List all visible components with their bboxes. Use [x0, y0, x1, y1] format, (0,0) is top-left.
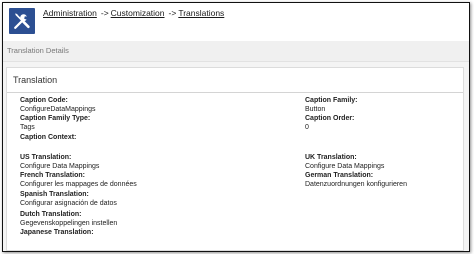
breadcrumb-translations[interactable]: Translations — [178, 8, 224, 18]
caption-order-value: 0 — [305, 123, 309, 131]
breadcrumb-separator: -> — [100, 8, 109, 18]
japanese-translation-field: Japanese Translation: — [20, 229, 94, 238]
caption-code-field: Caption Code: ConfigureDataMappings — [20, 97, 96, 114]
spanish-translation-field: Spanish Translation: Configurar asignaci… — [20, 191, 117, 208]
french-translation-label: French Translation: — [20, 172, 85, 179]
spanish-translation-label: Spanish Translation: — [20, 191, 89, 198]
us-translation-field: US Translation: Configure Data Mappings — [20, 154, 99, 171]
breadcrumb: Administration -> Customization -> Translati… — [43, 8, 224, 18]
section-header-bar: Translation Details — [3, 41, 469, 62]
caption-family-label: Caption Family: — [305, 97, 358, 104]
window-frame: Administration -> Customization -> Translati… — [2, 2, 470, 252]
caption-family-type-field: Caption Family Type: Tags — [20, 115, 90, 132]
dutch-translation-label: Dutch Translation: — [20, 211, 82, 218]
caption-context-field: Caption Context: — [20, 134, 76, 143]
french-translation-value: Configurer les mappages de données — [20, 180, 137, 188]
caption-order-field: Caption Order: 0 — [305, 115, 354, 132]
us-translation-value: Configure Data Mappings — [20, 162, 100, 170]
caption-family-type-label: Caption Family Type: — [20, 115, 91, 122]
german-translation-value: Datenzuordnungen konfigurieren — [305, 180, 407, 188]
spanish-translation-value: Configurar asignación de datos — [20, 199, 117, 207]
caption-family-type-value: Tags — [20, 123, 35, 131]
caption-family-value: Button — [305, 105, 326, 113]
uk-translation-field: UK Translation: Configure Data Mappings — [305, 154, 384, 171]
top-bar: Administration -> Customization -> Translati… — [3, 3, 469, 41]
tools-icon — [9, 8, 35, 34]
translation-panel: Translation Caption Code: ConfigureDataM… — [6, 67, 464, 251]
section-header-title: Translation Details — [7, 46, 69, 55]
caption-code-label: Caption Code: — [20, 97, 68, 104]
uk-translation-label: UK Translation: — [305, 154, 357, 161]
dutch-translation-field: Dutch Translation: Gegevenskoppelingen i… — [20, 211, 117, 228]
panel-divider — [7, 92, 463, 93]
german-translation-field: German Translation: Datenzuordnungen kon… — [305, 172, 407, 189]
german-translation-label: German Translation: — [305, 172, 374, 179]
caption-family-field: Caption Family: Button — [305, 97, 358, 114]
caption-context-label: Caption Context: — [20, 134, 77, 141]
breadcrumb-separator: -> — [168, 8, 177, 18]
dutch-translation-value: Gegevenskoppelingen instellen — [20, 219, 118, 227]
panel-title: Translation — [13, 75, 58, 85]
uk-translation-value: Configure Data Mappings — [305, 162, 385, 170]
breadcrumb-customization[interactable]: Customization — [111, 8, 165, 18]
caption-order-label: Caption Order: — [305, 115, 355, 122]
french-translation-field: French Translation: Configurer les mappa… — [20, 172, 137, 189]
us-translation-label: US Translation: — [20, 154, 72, 161]
japanese-translation-label: Japanese Translation: — [20, 229, 94, 236]
breadcrumb-administration[interactable]: Administration — [43, 8, 97, 18]
caption-code-value: ConfigureDataMappings — [20, 105, 96, 113]
